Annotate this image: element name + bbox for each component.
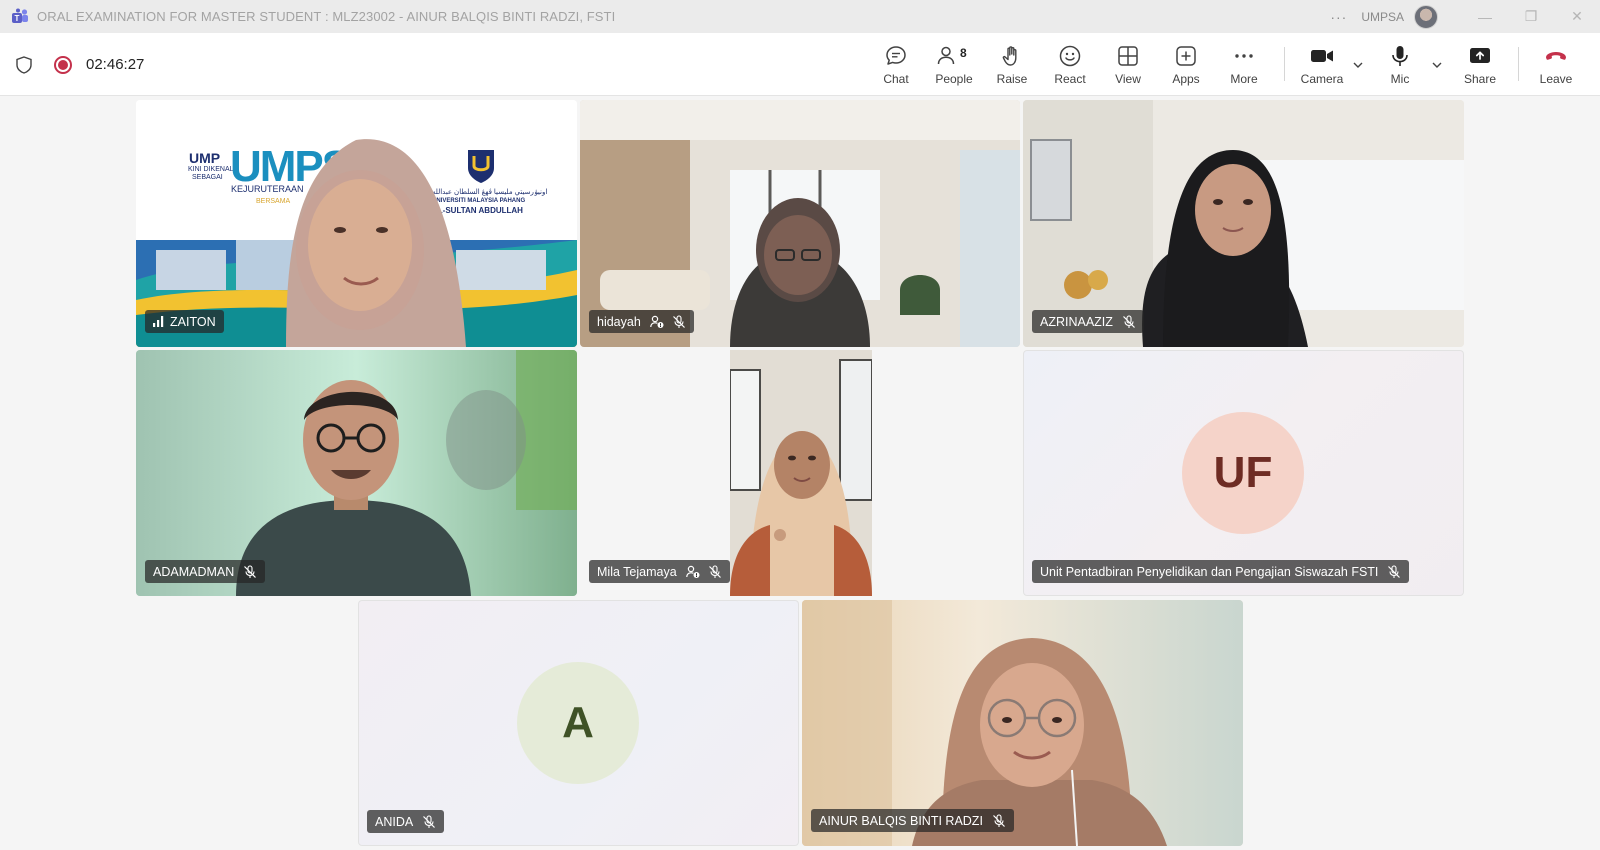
- chat-icon: [884, 43, 908, 69]
- react-button[interactable]: React: [1046, 33, 1094, 96]
- participant-avatar-a: A: [517, 662, 639, 784]
- mic-muted-icon: [992, 813, 1006, 828]
- close-button[interactable]: ✕: [1554, 0, 1600, 33]
- mic-muted-icon: [708, 564, 722, 579]
- video-tile-azrinaaziz[interactable]: AZRINAAZIZ: [1023, 100, 1464, 347]
- video-tile-unit-pentadbiran[interactable]: UF Unit Pentadbiran Penyelidikan dan Pen…: [1023, 350, 1464, 596]
- phone-icon: [1543, 43, 1569, 69]
- camera-options-chevron-icon[interactable]: [1351, 58, 1365, 72]
- share-icon: [1468, 43, 1492, 69]
- participant-name: Mila Tejamaya: [597, 564, 677, 579]
- teams-logo-icon: T: [10, 7, 30, 27]
- mic-muted-icon: [243, 564, 257, 579]
- recording-icon: [54, 55, 72, 74]
- name-label: ADAMADMAN: [145, 560, 266, 583]
- guest-user-icon: [649, 315, 664, 329]
- apps-button[interactable]: Apps: [1162, 33, 1210, 96]
- share-button[interactable]: Share: [1456, 33, 1504, 96]
- people-button[interactable]: 8 People: [930, 33, 978, 96]
- raise-hand-button[interactable]: Raise: [988, 33, 1036, 96]
- raise-label: Raise: [996, 72, 1028, 86]
- more-options-icon[interactable]: ···: [1330, 9, 1347, 25]
- more-label: More: [1230, 72, 1258, 86]
- name-label: Unit Pentadbiran Penyelidikan dan Pengaj…: [1032, 560, 1410, 583]
- participant-name: hidayah: [597, 314, 641, 329]
- participant-name: AZRINAAZIZ: [1040, 314, 1113, 329]
- more-icon: [1232, 43, 1256, 69]
- organization-name[interactable]: UMPSA: [1361, 10, 1404, 24]
- camera-label: Camera: [1300, 72, 1344, 86]
- mic-options-chevron-icon[interactable]: [1430, 58, 1444, 72]
- name-label: hidayah: [589, 310, 694, 333]
- guest-user-icon: [685, 565, 700, 579]
- view-label: View: [1115, 72, 1141, 86]
- view-button[interactable]: View: [1104, 33, 1152, 96]
- share-label: Share: [1463, 72, 1497, 86]
- participant-name: AINUR BALQIS BINTI RADZI: [819, 813, 983, 828]
- meeting-timer: 02:46:27: [86, 56, 145, 73]
- people-label: People: [935, 72, 973, 86]
- leave-label: Leave: [1539, 72, 1573, 86]
- more-button[interactable]: More: [1220, 33, 1268, 96]
- chat-label: Chat: [883, 72, 909, 86]
- speaking-signal-icon: [153, 316, 164, 327]
- participant-avatar-uf: UF: [1182, 412, 1304, 534]
- name-label: ANIDA: [367, 810, 445, 833]
- video-tile-anida[interactable]: A ANIDA: [358, 600, 799, 846]
- leave-button[interactable]: Leave: [1532, 33, 1580, 96]
- video-tile-ainur-balqis[interactable]: AINUR BALQIS BINTI RADZI: [802, 600, 1243, 846]
- react-label: React: [1054, 72, 1086, 86]
- svg-text:T: T: [15, 14, 20, 23]
- participant-name: ADAMADMAN: [153, 564, 235, 579]
- video-tile-mila-tejamaya[interactable]: Mila Tejamaya: [580, 350, 1020, 596]
- toolbar-divider: [1518, 47, 1519, 81]
- apps-label: Apps: [1172, 72, 1200, 86]
- video-tile-adamadman[interactable]: ADAMADMAN: [136, 350, 577, 596]
- plus-square-icon: [1174, 43, 1198, 69]
- name-label: AINUR BALQIS BINTI RADZI: [811, 809, 1014, 832]
- mic-muted-icon: [422, 814, 436, 829]
- participant-name: ANIDA: [375, 814, 414, 829]
- name-label: Mila Tejamaya: [589, 560, 730, 583]
- mic-muted-icon: [1122, 314, 1136, 329]
- grid-icon: [1116, 43, 1140, 69]
- mic-label: Mic: [1390, 72, 1410, 86]
- title-bar: T ORAL EXAMINATION FOR MASTER STUDENT : …: [0, 0, 1600, 33]
- mic-muted-icon: [1387, 564, 1401, 579]
- mic-muted-icon: [672, 314, 686, 329]
- people-icon: 8: [936, 43, 972, 69]
- minimize-button[interactable]: —: [1462, 0, 1508, 33]
- restore-button[interactable]: ❐: [1508, 0, 1554, 33]
- meeting-toolbar: 02:46:27 Chat 8 People Raise React View: [0, 33, 1600, 96]
- smiley-icon: [1058, 43, 1082, 69]
- participant-name: Unit Pentadbiran Penyelidikan dan Pengaj…: [1040, 564, 1379, 579]
- name-label: AZRINAAZIZ: [1032, 310, 1144, 333]
- participant-name: ZAITON: [170, 314, 216, 329]
- name-label: ZAITON: [145, 310, 224, 333]
- hand-icon: [1000, 43, 1024, 69]
- mic-icon: [1388, 43, 1412, 69]
- chat-button[interactable]: Chat: [872, 33, 920, 96]
- window-title: ORAL EXAMINATION FOR MASTER STUDENT : ML…: [37, 9, 616, 24]
- video-tile-hidayah[interactable]: hidayah: [580, 100, 1020, 347]
- toolbar-divider: [1284, 47, 1285, 81]
- people-count-badge: 8: [960, 46, 967, 60]
- participant-video-mila: [730, 350, 872, 596]
- mic-button[interactable]: Mic: [1376, 33, 1424, 96]
- shield-icon[interactable]: [16, 55, 32, 74]
- camera-icon: [1309, 43, 1335, 69]
- video-tile-zaiton[interactable]: UMP KINI DIKENALI SEBAGAI UMPSA KEJURUTE…: [136, 100, 577, 347]
- camera-button[interactable]: Camera: [1298, 33, 1346, 96]
- user-avatar[interactable]: [1414, 4, 1438, 29]
